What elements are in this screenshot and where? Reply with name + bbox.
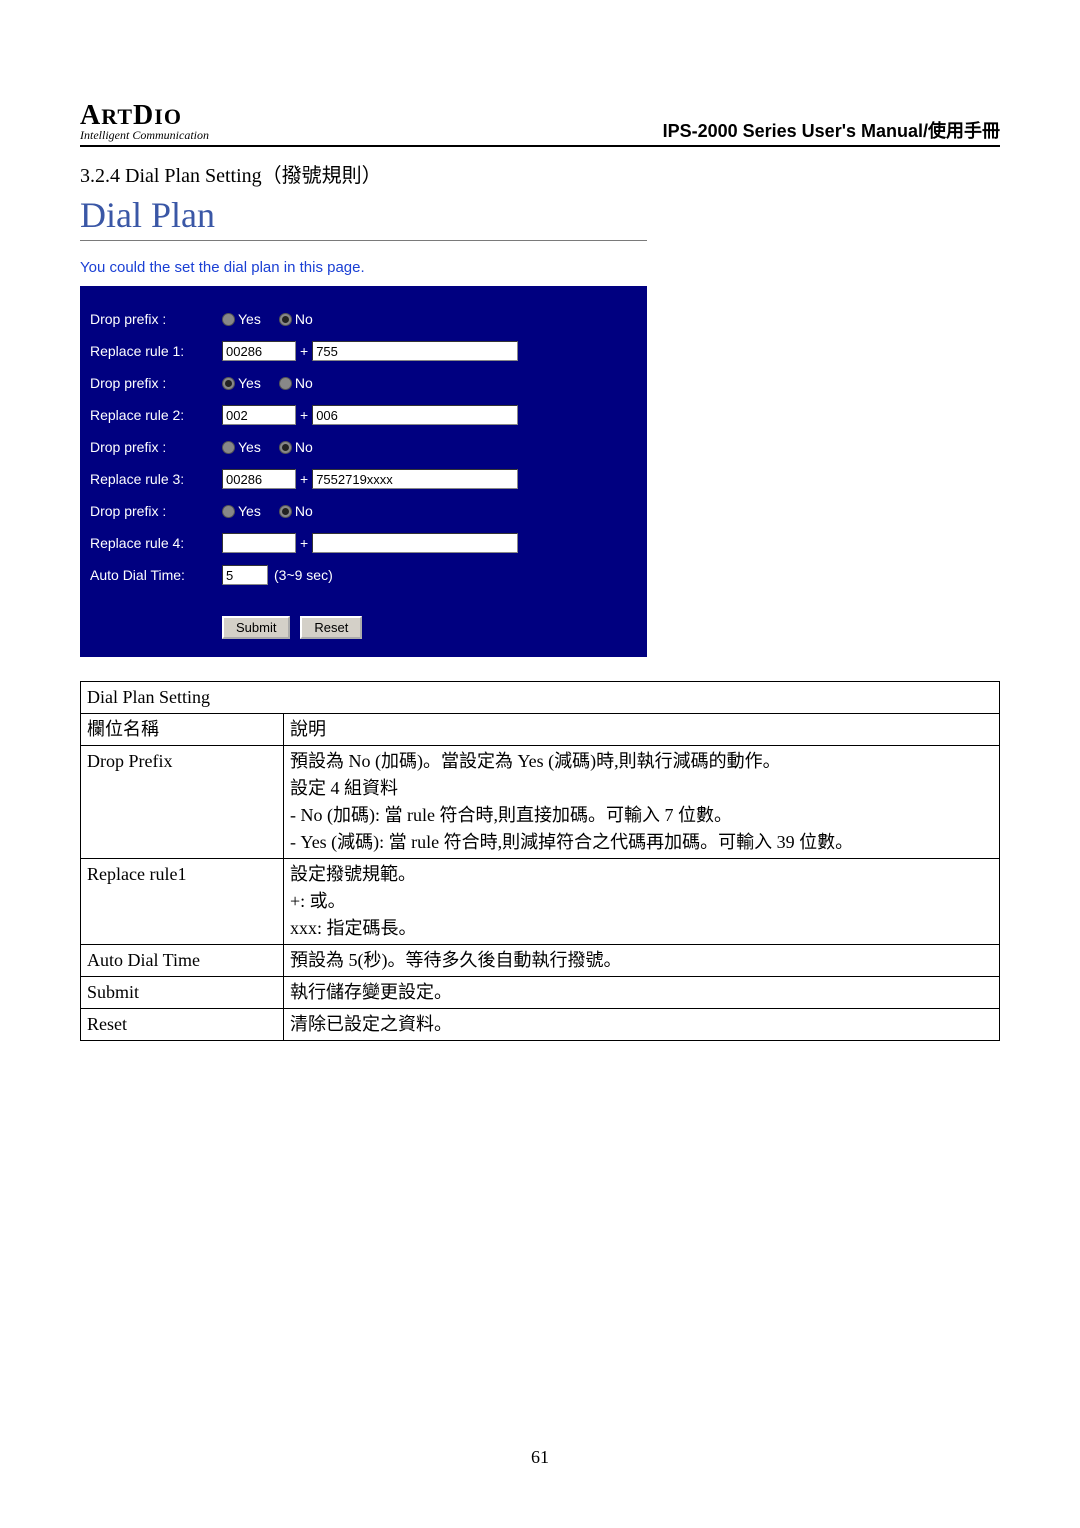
drop2-yes-radio[interactable]: [222, 377, 235, 390]
dial-plan-form: Drop prefix : Yes No Replace rule 1: + D…: [80, 286, 647, 657]
cell-field: Reset: [81, 1009, 284, 1041]
drop2-no-radio[interactable]: [279, 377, 292, 390]
submit-button[interactable]: Submit: [222, 616, 290, 639]
section-title: 3.2.4 Dial Plan Setting（撥號規則）: [80, 159, 1000, 188]
drop4-no-radio[interactable]: [279, 505, 292, 518]
drop3-no-radio[interactable]: [279, 441, 292, 454]
rule3-right-input[interactable]: [312, 469, 518, 489]
table-row: Reset 清除已設定之資料。: [81, 1009, 1000, 1041]
manual-title: IPS-2000 Series User's Manual/使用手冊: [663, 117, 1000, 143]
drop3-yes-label: Yes: [238, 439, 261, 455]
replace-rule-row-4: Replace rule 4: +: [90, 528, 637, 558]
auto-dial-row: Auto Dial Time: (3~9 sec): [90, 560, 637, 590]
rule1-left-input[interactable]: [222, 341, 296, 361]
table-row: Submit 執行儲存變更設定。: [81, 977, 1000, 1009]
drop3-no-label: No: [295, 439, 313, 455]
cell-desc: 預設為 5(秒)。等待多久後自動執行撥號。: [284, 945, 1000, 977]
table-head-field: 欄位名稱: [81, 714, 284, 746]
cell-field: Replace rule1: [81, 859, 284, 945]
table-row: Replace rule1 設定撥號規範。 +: 或。 xxx: 指定碼長。: [81, 859, 1000, 945]
table-row: Drop Prefix 預設為 No (加碼)。當設定為 Yes (減碼)時,則…: [81, 746, 1000, 859]
rule4-right-input[interactable]: [312, 533, 518, 553]
drop-prefix-row-1: Drop prefix : Yes No: [90, 304, 637, 334]
cell-desc: 設定撥號規範。 +: 或。 xxx: 指定碼長。: [284, 859, 1000, 945]
drop3-yes-radio[interactable]: [222, 441, 235, 454]
drop-prefix-label-2: Drop prefix :: [90, 375, 222, 391]
logo-sub: Intelligent Communication: [80, 128, 209, 143]
drop1-no-label: No: [295, 311, 313, 327]
cell-desc: 清除已設定之資料。: [284, 1009, 1000, 1041]
drop-prefix-label-4: Drop prefix :: [90, 503, 222, 519]
rule2-left-input[interactable]: [222, 405, 296, 425]
table-header-row: 欄位名稱 說明: [81, 714, 1000, 746]
panel-note: You could the set the dial plan in this …: [80, 259, 647, 276]
drop-prefix-label-1: Drop prefix :: [90, 311, 222, 327]
drop-prefix-row-2: Drop prefix : Yes No: [90, 368, 637, 398]
drop1-no-radio[interactable]: [279, 313, 292, 326]
table-caption-row: Dial Plan Setting: [81, 682, 1000, 714]
table-row: Auto Dial Time 預設為 5(秒)。等待多久後自動執行撥號。: [81, 945, 1000, 977]
page-header: ARTDIO Intelligent Communication IPS-200…: [80, 100, 1000, 147]
plus-2: +: [300, 407, 308, 423]
auto-dial-label: Auto Dial Time:: [90, 567, 222, 583]
plus-1: +: [300, 343, 308, 359]
dial-plan-panel: Dial Plan You could the set the dial pla…: [80, 194, 647, 657]
panel-title: Dial Plan: [80, 194, 647, 236]
drop1-yes-label: Yes: [238, 311, 261, 327]
logo-block: ARTDIO Intelligent Communication: [80, 100, 209, 143]
replace-rule-label-3: Replace rule 3:: [90, 471, 222, 487]
table-caption: Dial Plan Setting: [81, 682, 1000, 714]
drop4-yes-radio[interactable]: [222, 505, 235, 518]
drop2-yes-label: Yes: [238, 375, 261, 391]
drop-prefix-row-4: Drop prefix : Yes No: [90, 496, 637, 526]
plus-4: +: [300, 535, 308, 551]
replace-rule-label-2: Replace rule 2:: [90, 407, 222, 423]
drop-prefix-label-3: Drop prefix :: [90, 439, 222, 455]
rule2-right-input[interactable]: [312, 405, 518, 425]
replace-rule-row-1: Replace rule 1: +: [90, 336, 637, 366]
drop1-yes-radio[interactable]: [222, 313, 235, 326]
table-head-desc: 說明: [284, 714, 1000, 746]
auto-dial-input[interactable]: [222, 565, 268, 585]
button-row: Submit Reset: [90, 616, 637, 639]
reset-button[interactable]: Reset: [300, 616, 362, 639]
cell-field: Auto Dial Time: [81, 945, 284, 977]
rule1-right-input[interactable]: [312, 341, 518, 361]
cell-desc: 執行儲存變更設定。: [284, 977, 1000, 1009]
replace-rule-label-4: Replace rule 4:: [90, 535, 222, 551]
replace-rule-label-1: Replace rule 1:: [90, 343, 222, 359]
drop-prefix-row-3: Drop prefix : Yes No: [90, 432, 637, 462]
replace-rule-row-2: Replace rule 2: +: [90, 400, 637, 430]
page-number: 61: [0, 1447, 1080, 1468]
rule3-left-input[interactable]: [222, 469, 296, 489]
panel-divider: [80, 240, 647, 241]
description-table: Dial Plan Setting 欄位名稱 說明 Drop Prefix 預設…: [80, 681, 1000, 1041]
drop4-no-label: No: [295, 503, 313, 519]
replace-rule-row-3: Replace rule 3: +: [90, 464, 637, 494]
auto-dial-hint: (3~9 sec): [274, 567, 333, 583]
rule4-left-input[interactable]: [222, 533, 296, 553]
drop4-yes-label: Yes: [238, 503, 261, 519]
cell-field: Drop Prefix: [81, 746, 284, 859]
cell-desc: 預設為 No (加碼)。當設定為 Yes (減碼)時,則執行減碼的動作。 設定 …: [284, 746, 1000, 859]
cell-field: Submit: [81, 977, 284, 1009]
plus-3: +: [300, 471, 308, 487]
drop2-no-label: No: [295, 375, 313, 391]
